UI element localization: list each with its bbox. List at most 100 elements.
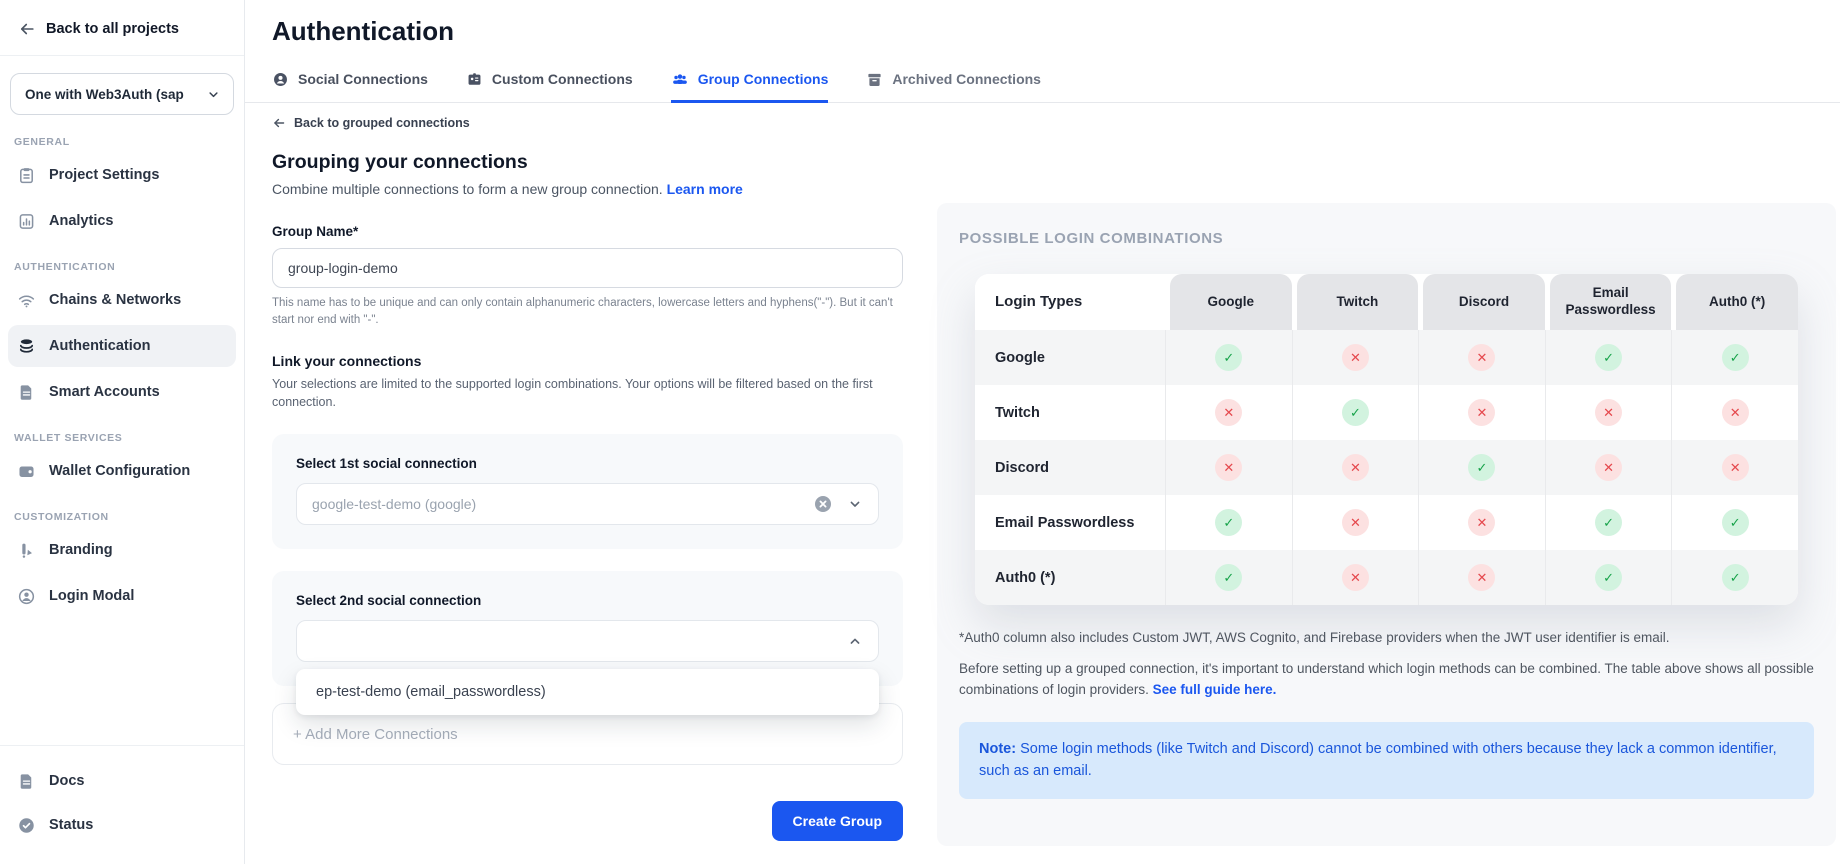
combo-cell: ✕ <box>1292 495 1419 550</box>
chart-icon <box>17 212 36 231</box>
tab-label: Archived Connections <box>892 71 1041 87</box>
cross-icon: ✕ <box>1595 454 1622 481</box>
sidebar-item-branding[interactable]: Branding <box>8 529 236 571</box>
combo-row: Auth0 (*)✓✕✕✓✓ <box>975 550 1798 605</box>
combo-column-header: Email Passwordless <box>1550 274 1672 330</box>
cross-icon: ✕ <box>1468 564 1495 591</box>
combinations-panel: POSSIBLE LOGIN COMBINATIONS Login TypesG… <box>937 203 1836 846</box>
divider <box>0 55 244 56</box>
cross-icon: ✕ <box>1342 454 1369 481</box>
sidebar-item-analytics[interactable]: Analytics <box>8 200 236 242</box>
brush-icon <box>17 541 36 560</box>
combo-cell: ✕ <box>1545 385 1672 440</box>
form-description-text: Combine multiple connections to form a n… <box>272 181 663 197</box>
sidebar-item-label: Authentication <box>49 338 151 354</box>
check-icon: ✓ <box>1215 509 1242 536</box>
sidebar-item-docs[interactable]: Docs <box>8 760 236 802</box>
sidebar-item-smart-accounts[interactable]: Smart Accounts <box>8 371 236 413</box>
cross-icon: ✕ <box>1468 509 1495 536</box>
user-circle-icon <box>17 587 36 606</box>
first-connection-select[interactable]: google-test-demo (google) <box>296 483 879 525</box>
cross-icon: ✕ <box>1342 509 1369 536</box>
create-group-button[interactable]: Create Group <box>772 801 903 841</box>
section-label-general: GENERAL <box>14 136 244 148</box>
combinations-panel-title: POSSIBLE LOGIN COMBINATIONS <box>959 230 1814 247</box>
combo-cell: ✕ <box>1545 440 1672 495</box>
guide-footnote: Before setting up a grouped connection, … <box>959 659 1814 701</box>
tab-bar: Social Connections Custom Connections Gr… <box>245 70 1840 103</box>
combo-cell: ✓ <box>1165 550 1292 605</box>
sidebar-item-chains-networks[interactable]: Chains & Networks <box>8 279 236 321</box>
sidebar-item-project-settings[interactable]: Project Settings <box>8 154 236 196</box>
first-connection-label: Select 1st social connection <box>296 456 879 471</box>
combo-cell: ✕ <box>1418 385 1545 440</box>
combo-cell: ✓ <box>1545 330 1672 385</box>
back-link-label: Back to grouped connections <box>294 116 470 130</box>
combo-cell: ✕ <box>1292 550 1419 605</box>
sidebar-item-label: Analytics <box>49 213 113 229</box>
tab-label: Custom Connections <box>492 71 633 87</box>
combo-row-label: Email Passwordless <box>975 495 1165 550</box>
second-connection-card: Select 2nd social connection ep-test-dem… <box>272 571 903 686</box>
combo-cell: ✕ <box>1418 550 1545 605</box>
section-label-authentication: AUTHENTICATION <box>14 261 244 273</box>
combo-cell: ✕ <box>1418 330 1545 385</box>
back-to-all-projects[interactable]: Back to all projects <box>0 0 244 55</box>
sidebar-item-status[interactable]: Status <box>8 804 236 846</box>
link-connections-heading: Link your connections <box>272 353 903 369</box>
check-icon: ✓ <box>1215 344 1242 371</box>
tab-archived-connections[interactable]: Archived Connections <box>866 70 1041 103</box>
combo-cell: ✓ <box>1165 495 1292 550</box>
combo-column-header: Discord <box>1423 274 1545 330</box>
combo-cell: ✓ <box>1418 440 1545 495</box>
archive-icon <box>866 71 883 88</box>
group-name-input[interactable] <box>272 248 903 288</box>
chevron-down-icon <box>206 87 221 102</box>
first-connection-card: Select 1st social connection google-test… <box>272 434 903 549</box>
cross-icon: ✕ <box>1595 399 1622 426</box>
add-more-label: + Add More Connections <box>293 726 458 743</box>
check-icon: ✓ <box>1722 509 1749 536</box>
cross-icon: ✕ <box>1215 454 1242 481</box>
second-connection-select[interactable] <box>296 620 879 662</box>
person-icon <box>272 71 289 88</box>
combo-row-label: Auth0 (*) <box>975 550 1165 605</box>
document-icon <box>17 383 36 402</box>
clear-icon[interactable] <box>813 494 833 514</box>
guide-link[interactable]: See full guide here. <box>1153 682 1277 697</box>
tab-social-connections[interactable]: Social Connections <box>272 70 428 103</box>
back-to-grouped-connections[interactable]: Back to grouped connections <box>272 116 903 130</box>
content: Back to grouped connections Grouping you… <box>245 103 1840 864</box>
sidebar-item-authentication[interactable]: Authentication <box>8 325 236 367</box>
app: Back to all projects One with Web3Auth (… <box>0 0 1840 864</box>
cross-icon: ✕ <box>1468 399 1495 426</box>
combo-cell: ✕ <box>1418 495 1545 550</box>
back-arrow-icon <box>18 20 36 38</box>
chevron-down-icon[interactable] <box>847 496 863 512</box>
sidebar-footer: Docs Status <box>0 745 244 864</box>
wifi-icon <box>17 291 36 310</box>
combo-cell: ✕ <box>1292 440 1419 495</box>
sidebar-item-label: Docs <box>49 773 84 789</box>
combo-row: Email Passwordless ✓ ✕ ✕ ✓ ✓ <box>975 495 1798 550</box>
dropdown-option-ep-test-demo[interactable]: ep-test-demo (email_passwordless) <box>296 669 879 715</box>
grouping-form: Back to grouped connections Grouping you… <box>272 103 903 864</box>
chevron-up-icon[interactable] <box>847 633 863 649</box>
check-icon: ✓ <box>1595 509 1622 536</box>
first-connection-value: google-test-demo (google) <box>312 496 799 512</box>
tab-custom-connections[interactable]: Custom Connections <box>466 70 633 103</box>
sidebar-item-label: Chains & Networks <box>49 292 181 308</box>
tab-label: Social Connections <box>298 71 428 87</box>
cross-icon: ✕ <box>1468 344 1495 371</box>
sidebar-item-login-modal[interactable]: Login Modal <box>8 575 236 617</box>
combo-cell: ✓ <box>1165 330 1292 385</box>
combo-cell: ✓ <box>1671 495 1798 550</box>
tab-group-connections[interactable]: Group Connections <box>671 70 829 103</box>
combo-cell: ✕ <box>1165 385 1292 440</box>
check-icon: ✓ <box>1722 344 1749 371</box>
project-selector[interactable]: One with Web3Auth (sap <box>10 73 234 115</box>
learn-more-link[interactable]: Learn more <box>667 181 743 197</box>
sidebar-item-wallet-configuration[interactable]: Wallet Configuration <box>8 450 236 492</box>
wallet-icon <box>17 462 36 481</box>
combo-header-row: Login TypesGoogleTwitchDiscordEmail Pass… <box>975 274 1798 330</box>
